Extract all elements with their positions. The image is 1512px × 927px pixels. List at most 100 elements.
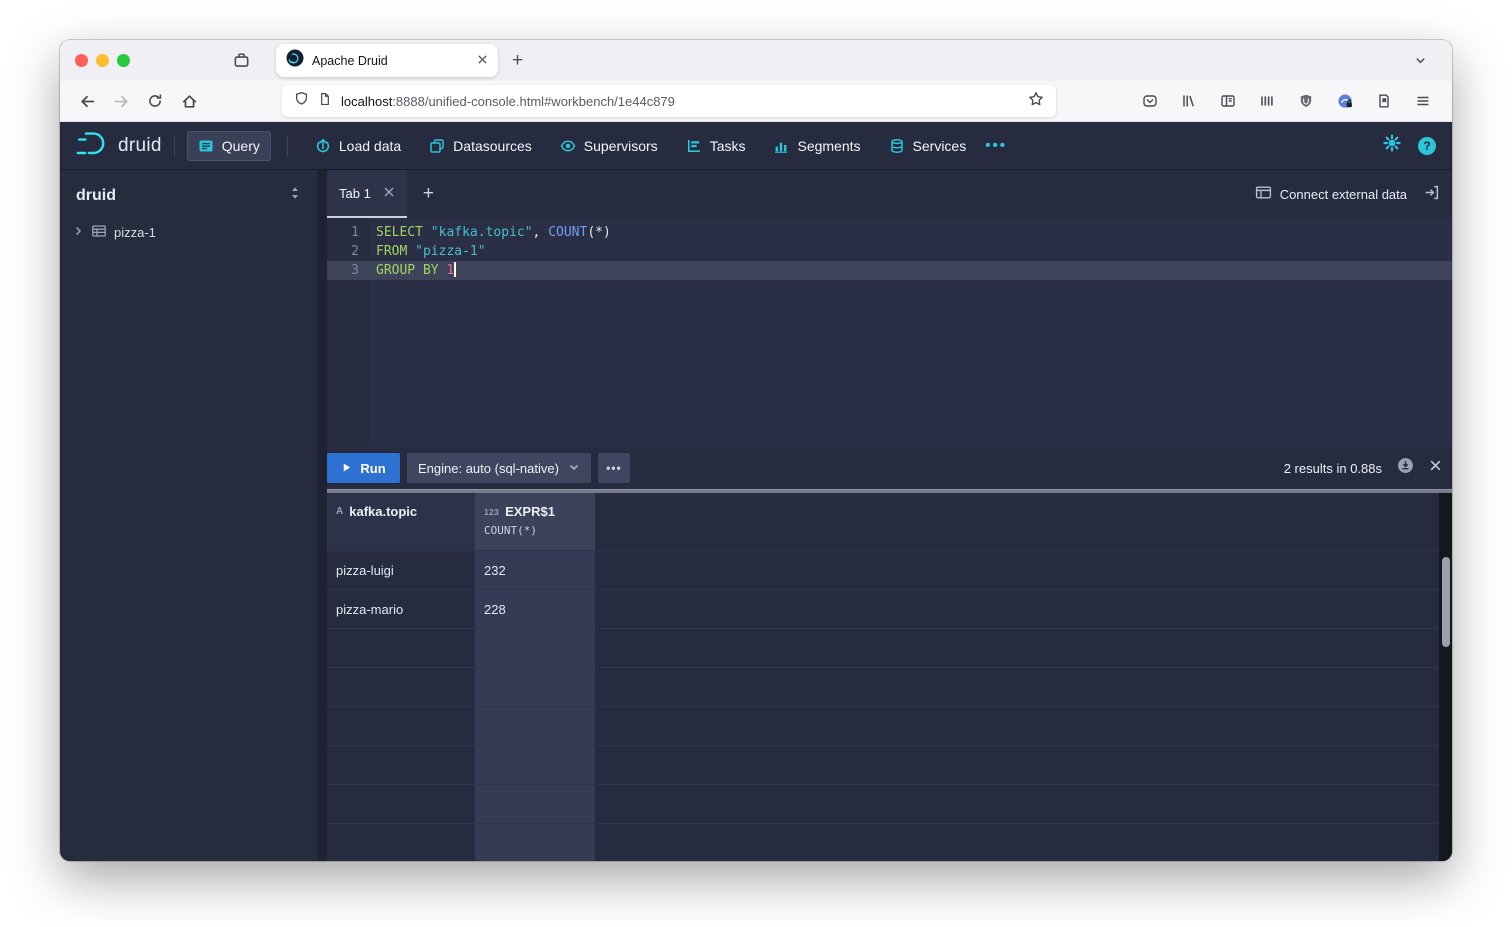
nav-item-supervisors[interactable]: Supervisors — [549, 131, 669, 161]
druid-logo[interactable]: druid — [76, 130, 162, 162]
code-text: SELECT "kafka.topic", COUNT(*) — [370, 223, 611, 242]
sql-editor[interactable]: 1SELECT "kafka.topic", COUNT(*)2FROM "pi… — [327, 218, 1452, 447]
text-cursor — [454, 262, 456, 277]
nav-item-label: Services — [913, 138, 967, 154]
shield-icon[interactable] — [294, 91, 309, 111]
new-query-tab-button[interactable]: + — [407, 170, 450, 218]
zoom-window-button[interactable] — [117, 54, 130, 67]
cell-kafka-topic — [327, 785, 475, 823]
library-icon[interactable] — [1176, 86, 1202, 116]
nav-item-query[interactable]: Query — [187, 131, 271, 161]
list-all-tabs-icon[interactable] — [1413, 53, 1452, 68]
nav-item-tasks[interactable]: Tasks — [675, 131, 757, 161]
privacy-extension-icon[interactable] — [1332, 86, 1358, 116]
cell-expr1 — [475, 824, 595, 861]
empty-table-row — [327, 629, 1452, 668]
url-host: localhost — [341, 94, 392, 109]
extension-bars-icon[interactable] — [1254, 86, 1280, 116]
page-info-icon[interactable] — [318, 92, 332, 111]
cell-kafka-topic[interactable]: pizza-mario — [327, 590, 475, 628]
empty-table-row — [327, 785, 1452, 824]
reload-icon[interactable] — [138, 86, 172, 116]
cell-expr1[interactable]: 228 — [475, 590, 595, 628]
download-icon[interactable] — [1397, 457, 1414, 479]
nav-item-segments[interactable]: Segments — [762, 131, 871, 161]
query-tab-bar-right: Connect external data — [1255, 170, 1452, 218]
query-tab-1[interactable]: Tab 1 — [327, 170, 407, 218]
close-window-button[interactable] — [75, 54, 88, 67]
druid-navbar: druid Query Load dataDatasourcesSuperviso… — [60, 122, 1452, 170]
menu-hamburger-icon[interactable] — [1410, 86, 1436, 116]
browser-tab-apache-druid[interactable]: Apache Druid — [276, 44, 498, 77]
cell-expr1 — [475, 785, 595, 823]
sort-icon[interactable] — [289, 186, 301, 205]
help-icon[interactable]: ? — [1418, 137, 1436, 155]
eye-icon — [560, 138, 576, 154]
cell-kafka-topic[interactable]: pizza-luigi — [327, 551, 475, 589]
external-data-icon — [1255, 184, 1272, 204]
database-icon — [889, 138, 905, 154]
cell-expr1 — [475, 668, 595, 706]
run-button[interactable]: Run — [327, 453, 400, 483]
open-panel-icon[interactable] — [1423, 184, 1440, 204]
bookmark-star-icon[interactable] — [1028, 91, 1044, 112]
ublock-shield-icon[interactable] — [1293, 86, 1319, 116]
results-header: A kafka.topic 123 EXPR$1 COUNT(*) — [327, 493, 1452, 551]
editor-line-1[interactable]: 1SELECT "kafka.topic", COUNT(*) — [327, 223, 1452, 242]
empty-table-row — [327, 707, 1452, 746]
connect-external-data-label: Connect external data — [1280, 187, 1407, 202]
string-type-icon: A — [336, 506, 343, 517]
connect-external-data-button[interactable]: Connect external data — [1255, 184, 1407, 204]
nav-item-datasources[interactable]: Datasources — [418, 131, 543, 161]
nav-item-load-data[interactable]: Load data — [304, 131, 412, 161]
schema-sidebar: druid p — [60, 170, 317, 861]
empty-table-row — [327, 668, 1452, 707]
close-tab-icon[interactable] — [477, 52, 488, 70]
column-expression: COUNT(*) — [484, 524, 587, 537]
column-header-kafka-topic[interactable]: A kafka.topic — [327, 493, 475, 550]
navbar-divider — [287, 135, 288, 157]
line-number: 2 — [327, 242, 370, 261]
engine-select-button[interactable]: Engine: auto (sql-native) — [407, 453, 591, 483]
table-row: pizza-mario228 — [327, 590, 1452, 629]
firefox-view-icon[interactable] — [233, 52, 250, 69]
new-browser-tab-button[interactable]: + — [512, 50, 523, 72]
code-text: GROUP BY 1 — [370, 261, 456, 280]
minimize-window-button[interactable] — [96, 54, 109, 67]
nav-item-services[interactable]: Services — [878, 131, 978, 161]
home-icon[interactable] — [172, 86, 206, 116]
pocket-icon[interactable] — [1137, 86, 1163, 116]
run-label: Run — [360, 461, 385, 476]
upload-icon — [315, 138, 331, 154]
editor-line-3[interactable]: 3GROUP BY 1 — [327, 261, 1452, 280]
close-query-tab-icon[interactable] — [383, 186, 395, 201]
empty-table-row — [327, 746, 1452, 785]
cell-kafka-topic — [327, 824, 475, 861]
forward-icon[interactable] — [104, 86, 138, 116]
query-tab-bar: Tab 1 + — [327, 170, 1452, 218]
run-more-button[interactable]: ••• — [598, 453, 630, 483]
chevron-right-icon[interactable] — [72, 225, 84, 240]
editor-line-2[interactable]: 2FROM "pizza-1" — [327, 242, 1452, 261]
cell-expr1[interactable]: 232 — [475, 551, 595, 589]
table-icon — [91, 223, 107, 242]
sidebar-toggle-icon[interactable] — [1215, 86, 1241, 116]
engine-label: Engine: auto (sql-native) — [418, 461, 559, 476]
results-rows: pizza-luigi232pizza-mario228 — [327, 551, 1452, 861]
settings-gear-icon[interactable] — [1383, 134, 1401, 157]
number-type-icon: 123 — [484, 507, 499, 517]
url-text[interactable]: localhost:8888/unified-console.html#work… — [341, 94, 1019, 109]
browser-window: Apache Druid + — [60, 40, 1452, 861]
extension-page-icon[interactable] — [1371, 86, 1397, 116]
line-number: 1 — [327, 223, 370, 242]
sidebar-item-pizza-1[interactable]: pizza-1 — [60, 217, 317, 248]
results-scrollbar-track[interactable] — [1439, 493, 1452, 861]
results-scrollbar-thumb[interactable] — [1442, 557, 1450, 647]
back-icon[interactable] — [70, 86, 104, 116]
nav-item-label: Tasks — [710, 138, 746, 154]
column-header-expr1[interactable]: 123 EXPR$1 COUNT(*) — [475, 493, 595, 550]
navbar-more-button[interactable]: ••• — [977, 137, 1015, 154]
close-results-icon[interactable] — [1429, 459, 1442, 477]
url-bar[interactable]: localhost:8888/unified-console.html#work… — [282, 85, 1056, 117]
browser-tab-strip: Apache Druid + — [60, 40, 1452, 81]
